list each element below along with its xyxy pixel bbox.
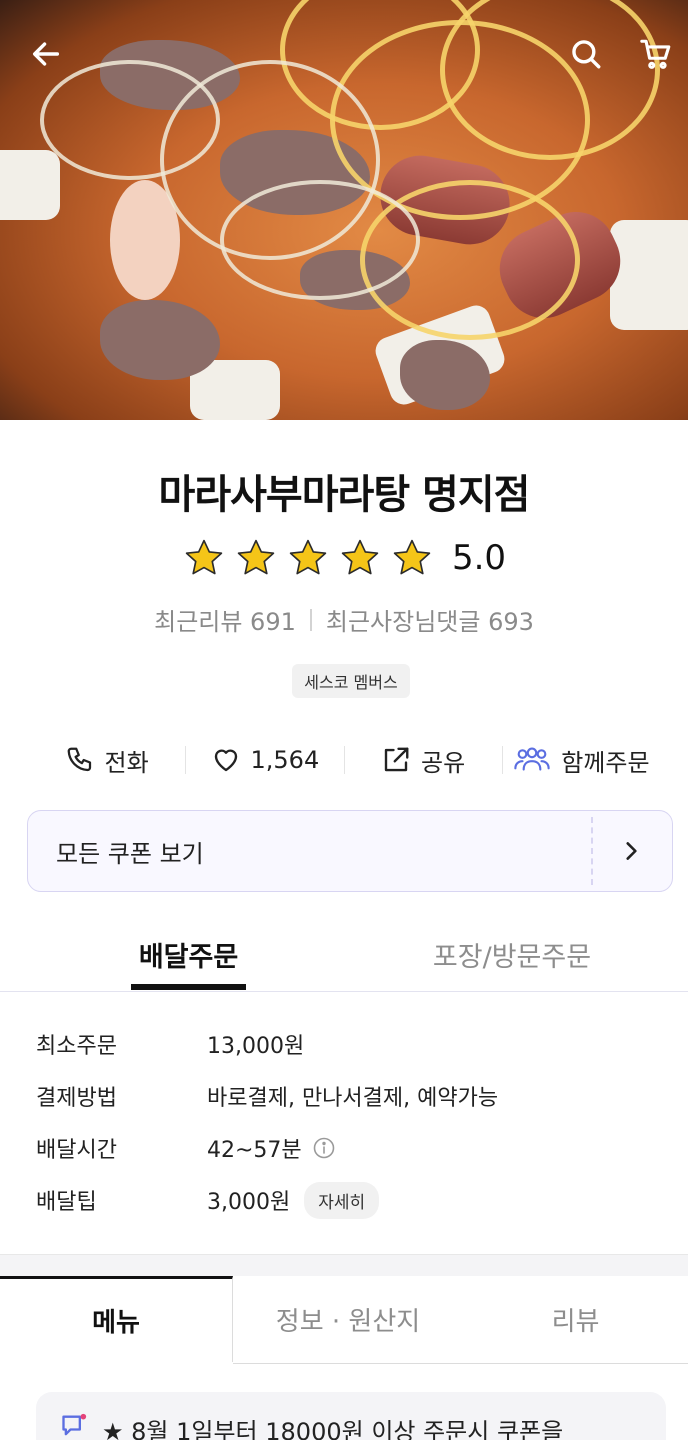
tab-delivery-label: 배달주문 (138, 941, 239, 973)
order-type-tabs: 배달주문 포장/방문주문 (0, 920, 688, 992)
call-label: 전화 (104, 748, 149, 777)
share-label: 공유 (421, 748, 466, 777)
group-order-button[interactable]: 함께주문 (503, 743, 660, 778)
all-coupons-button[interactable]: 모든 쿠폰 보기 (27, 810, 673, 892)
min-order-label: 최소주문 (36, 1034, 117, 1059)
info-row-min-order: 최소주문 13,000원 (36, 1018, 656, 1070)
phone-icon (67, 747, 91, 772)
section-divider (0, 1254, 688, 1276)
chevron-right-icon (626, 842, 637, 860)
owner-notice[interactable]: ★ 8월 1일부터 18000원 이상 주문시 쿠폰을 (36, 1392, 666, 1440)
content-tabs: 메뉴 정보 · 원산지 리뷰 (0, 1276, 688, 1364)
info-icon[interactable] (312, 1136, 336, 1160)
share-icon (384, 747, 409, 772)
search-button[interactable] (562, 30, 610, 78)
tab-review[interactable]: 리뷰 (463, 1276, 688, 1364)
tab-info-origin[interactable]: 정보 · 원산지 (233, 1276, 463, 1364)
recent-reviews-count[interactable]: 최근리뷰 691 (154, 602, 296, 637)
rating-row: 5.0 (0, 536, 688, 580)
delivery-time-value: 42~57분 (207, 1138, 302, 1163)
delivery-info: 최소주문 13,000원 결제방법 바로결제, 만나서결제, 예약가능 배달시간… (36, 1018, 656, 1226)
arrow-left-icon (32, 42, 60, 66)
like-button[interactable]: 1,564 (186, 745, 343, 775)
group-order-label: 함께주문 (561, 748, 650, 777)
delivery-time-label: 배달시간 (36, 1138, 117, 1163)
star-icon (237, 539, 275, 575)
notice-text: ★ 8월 1일부터 18000원 이상 주문시 쿠폰을 (102, 1418, 564, 1440)
rating-value: 5.0 (451, 538, 507, 578)
info-row-payment: 결제방법 바로결제, 만나서결제, 예약가능 (36, 1070, 656, 1122)
store-name: 마라사부마라탕 명지점 (158, 472, 531, 518)
delivery-tip-label: 배달팁 (36, 1190, 97, 1215)
coupon-arrow (590, 838, 672, 864)
tab-pickup-label: 포장/방문주문 (432, 941, 592, 973)
tab-pickup-order[interactable]: 포장/방문주문 (422, 920, 602, 988)
star-icon (341, 539, 379, 575)
coupon-label: 모든 쿠폰 보기 (56, 839, 204, 868)
delivery-time-value-wrap: 42~57분 (207, 1132, 336, 1164)
delivery-tip-detail-button[interactable]: 자세히 (304, 1181, 380, 1219)
member-badge: 세스코 멤버스 (292, 664, 410, 698)
info-row-delivery-tip: 배달팁 3,000원 자세히 (36, 1174, 656, 1226)
star-icon (289, 539, 327, 575)
tab-delivery-order[interactable]: 배달주문 (131, 920, 246, 990)
store-hero-photo (0, 0, 688, 420)
payment-value: 바로결제, 만나서결제, 예약가능 (207, 1086, 499, 1111)
info-row-delivery-time: 배달시간 42~57분 (36, 1122, 656, 1174)
delivery-tip-value-wrap: 3,000원 자세히 (207, 1181, 380, 1219)
star-icon (393, 539, 431, 575)
star-icon (185, 539, 223, 575)
delivery-tip-value: 3,000원 (207, 1190, 291, 1215)
heart-icon (214, 749, 237, 772)
back-button[interactable] (22, 30, 70, 78)
call-button[interactable]: 전화 (28, 743, 185, 778)
payment-label: 결제방법 (36, 1086, 117, 1111)
min-order-value: 13,000원 (207, 1034, 305, 1059)
cart-button[interactable] (632, 30, 680, 78)
share-button[interactable]: 공유 (345, 743, 502, 778)
review-counts: 최근리뷰 691 최근사장님댓글 693 (0, 602, 688, 637)
active-tab-indicator (131, 984, 246, 990)
owner-replies-count[interactable]: 최근사장님댓글 693 (326, 602, 534, 637)
search-icon (572, 40, 601, 69)
group-users-icon (514, 747, 550, 771)
divider (309, 608, 312, 631)
cart-icon (640, 39, 671, 69)
store-actions: 전화 1,564 공유 함께주문 (28, 736, 660, 784)
tab-menu[interactable]: 메뉴 (0, 1276, 233, 1362)
like-count: 1,564 (250, 746, 320, 774)
notice-speech-icon (62, 1413, 87, 1436)
coupon-divider (591, 817, 593, 885)
